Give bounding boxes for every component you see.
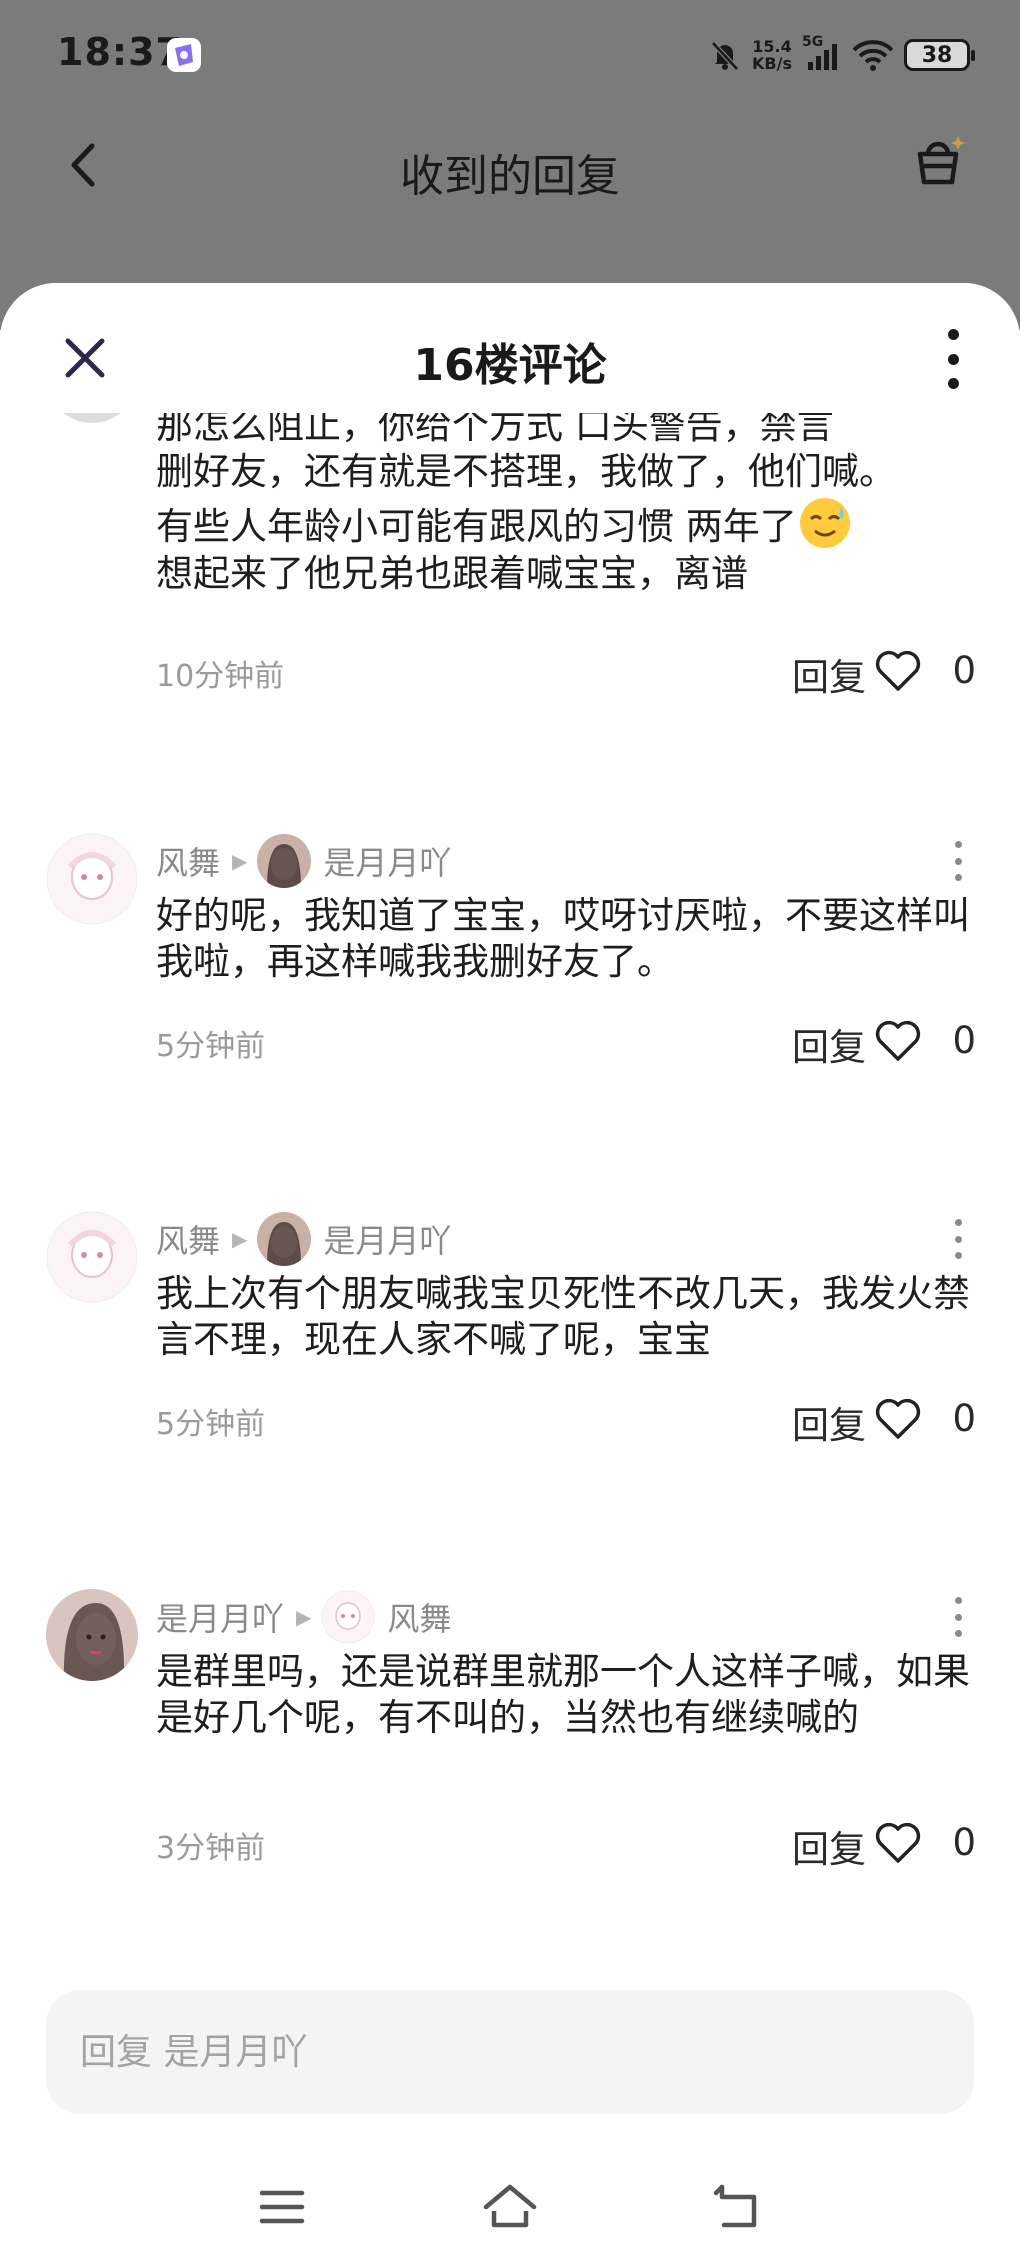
app-notification-icon [165,36,203,74]
comment-more-button[interactable] [952,1597,964,1637]
comment-line: 有些人年龄小可能有跟风的习惯 两年了 [156,505,797,548]
like-count: 0 [952,1821,976,1864]
sweat-smile-emoji-icon [799,498,850,548]
back-system-button[interactable] [708,2177,768,2237]
comment-meta: 3分钟前 回复 0 [156,1813,976,1871]
portrait-avatar-icon [257,1212,312,1266]
comment-line: 想起来了他兄弟也跟着喊宝宝，离谱 [156,552,748,595]
comment-authors: 是月月吖 ▶ 风舞 [156,1589,451,1645]
net-speed-value: 15.4 [752,37,792,56]
top-nav-bar: 收到的回复 [0,120,1020,210]
reply-to-name[interactable]: 是月月吖 [323,838,451,884]
reply-to-avatar[interactable] [257,834,312,888]
sheet-title: 16楼评论 [413,340,607,391]
reply-arrow-icon: ▶ [296,1605,312,1629]
anime-avatar-icon [46,1211,138,1303]
avatar[interactable] [46,1211,138,1303]
comment-more-button[interactable] [952,1219,964,1259]
comment-authors: 风舞 ▶ 是月月吖 [156,833,451,889]
sheet-header: 16楼评论 [0,283,1020,413]
home-button[interactable] [480,2177,540,2237]
menu-button[interactable] [252,2177,312,2237]
reply-to-name[interactable]: 风舞 [387,1594,451,1640]
menu-icon [259,2190,305,2224]
reply-button[interactable]: 回复 [792,1395,866,1449]
cell-signal-icon: 5G [802,34,842,72]
heart-icon [875,1822,921,1863]
heart-icon [875,1020,921,1061]
reply-to-avatar[interactable] [321,1590,375,1644]
comment-list[interactable]: 那怎么阻止，你给个方式 口头警告，禁言 删好友，还有就是不搭理，我做了，他们喊。… [0,413,1020,2103]
comment-time: 10分钟前 [156,659,285,694]
reply-input[interactable] [46,1990,974,2114]
network-speed: 15.4 KB/s [752,38,792,72]
like-button[interactable] [874,647,922,693]
comment-time: 5分钟前 [156,1029,266,1064]
heart-icon [875,650,921,691]
basket-icon [917,136,965,185]
comment-text: 我上次有个朋友喊我宝贝死性不改几天，我发火禁言不理，现在人家不喊了呢，宝宝 [156,1272,970,1361]
author-name[interactable]: 风舞 [156,838,220,884]
like-button[interactable] [874,1395,922,1441]
status-indicators: 15.4 KB/s 5G 38 [708,30,975,80]
comment-line: 删好友，还有就是不搭理，我做了，他们喊。 [156,450,896,493]
like-button[interactable] [874,1017,922,1063]
reply-button[interactable]: 回复 [792,647,866,701]
home-icon [483,2184,537,2228]
more-options-button[interactable] [941,329,965,389]
portrait-avatar-icon [257,834,312,888]
return-icon [713,2184,757,2228]
reply-arrow-icon: ▶ [232,1227,248,1251]
comment-line-with-emoji: 有些人年龄小可能有跟风的习惯 两年了 [156,495,986,551]
reply-to-name[interactable]: 是月月吖 [323,1216,451,1262]
author-name[interactable]: 是月月吖 [156,1594,284,1640]
comment-meta: 10分钟前 回复 0 [156,641,976,699]
like-count: 0 [952,649,976,692]
reply-button[interactable]: 回复 [792,1819,866,1873]
portrait-avatar-icon [46,1589,138,1681]
avatar[interactable] [46,833,138,925]
wifi-icon [852,40,894,71]
anime-avatar-icon [46,833,138,925]
comment-time: 3分钟前 [156,1831,266,1866]
page-title: 收到的回复 [400,151,620,202]
reply-to-avatar[interactable] [257,1212,312,1266]
anime-avatar-icon [321,1590,375,1644]
author-name[interactable]: 风舞 [156,1216,220,1262]
comment-text: 是群里吗，还是说群里就那一个人这样子喊，如果是好几个呢，有不叫的，当然也有继续喊… [156,1650,970,1739]
status-bar: 18:37 15.4 KB/s 5G 38 [0,0,1020,110]
mute-bell-icon [711,41,739,71]
comment-text: 那怎么阻止，你给个方式 口头警告，禁言 删好友，还有就是不搭理，我做了，他们喊。… [156,413,986,597]
reply-button[interactable]: 回复 [792,1017,866,1071]
avatar[interactable] [46,413,138,423]
like-button[interactable] [874,1819,922,1865]
comment-sheet: 16楼评论 那怎么阻止，你给个方式 口头警告，禁言 删好友，还有就是不搭理，我做… [0,283,1020,2255]
comment-text: 好的呢，我知道了宝宝，哎呀讨厌啦，不要这样叫我啦，再这样喊我我删好友了。 [156,894,970,983]
comment-meta: 5分钟前 回复 0 [156,1389,976,1447]
basket-button[interactable] [906,130,970,194]
comment-meta: 5分钟前 回复 0 [156,1011,976,1069]
avatar[interactable] [46,1589,138,1681]
comment-authors: 风舞 ▶ 是月月吖 [156,1211,451,1267]
comment-more-button[interactable] [952,841,964,881]
comment-line: 那怎么阻止，你给个方式 口头警告，禁言 [156,413,834,447]
heart-icon [875,1398,921,1439]
comment-time: 5分钟前 [156,1407,266,1442]
net-speed-unit: KB/s [752,54,792,73]
system-nav-bar [0,2163,1020,2255]
like-count: 0 [952,1019,976,1062]
reply-arrow-icon: ▶ [232,849,248,873]
like-count: 0 [952,1397,976,1440]
battery-indicator: 38 [904,39,975,71]
